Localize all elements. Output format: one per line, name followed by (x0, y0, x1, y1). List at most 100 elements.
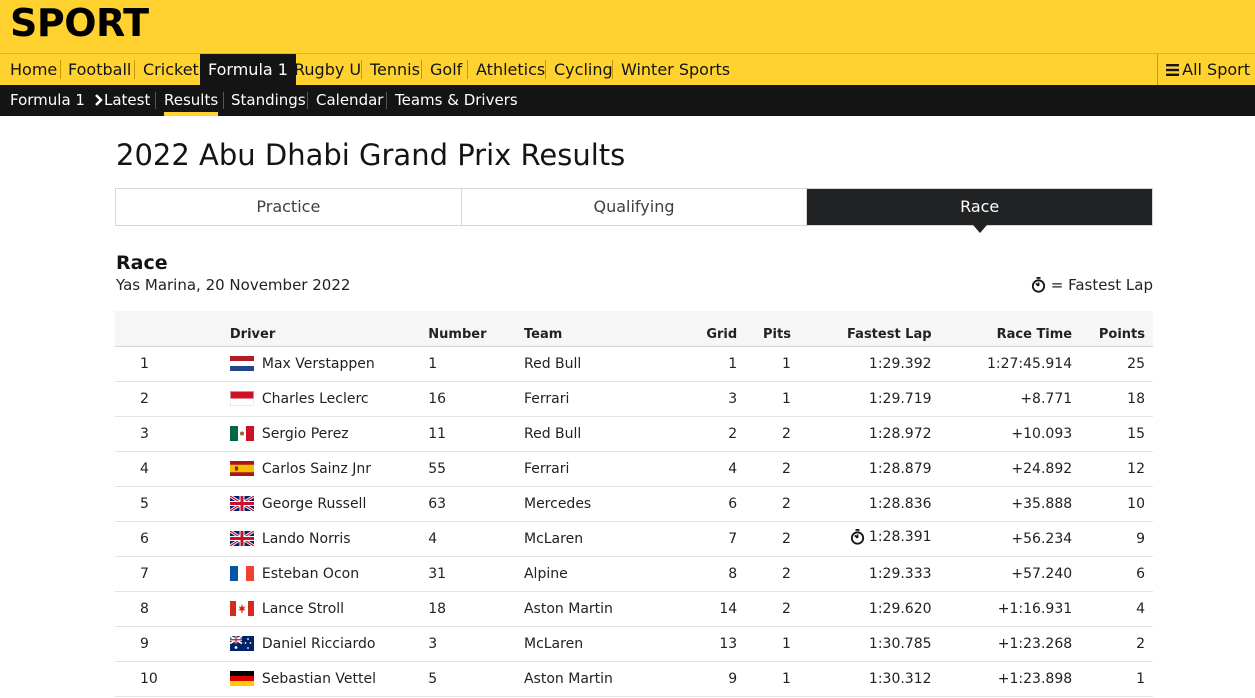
pit-stops: 2 (782, 600, 791, 617)
driver-cell: Sebastian Vettel (173, 661, 428, 696)
primary-nav: Home Football Cricket Formula 1 Rugby U … (0, 53, 1255, 85)
nav-cycling[interactable]: Cycling (554, 54, 613, 85)
header-points: Points (1098, 326, 1145, 342)
fastest-lap-legend: = Fastest Lap (1031, 276, 1153, 294)
nav-golf[interactable]: Golf (430, 54, 462, 85)
fastest-lap-time: 1:29.719 (868, 390, 932, 407)
race-time: +1:23.268 (997, 635, 1073, 652)
team-name: Ferrari (523, 390, 570, 407)
all-sport-menu[interactable]: All Sport (1157, 54, 1250, 85)
stopwatch-icon (1031, 277, 1045, 293)
fastest-lap-time: 1:30.312 (868, 670, 932, 687)
driver-name[interactable]: Daniel Ricciardo (262, 636, 376, 652)
points: 6 (1136, 565, 1145, 582)
fastest-lap-time: 1:28.972 (868, 425, 932, 442)
subnav-teams-drivers[interactable]: Teams & Drivers (395, 85, 518, 116)
table-row: 7 Esteban Ocon 31 Alpine 8 2 1:29.333 +57.240 6 (115, 556, 1153, 591)
driver-cell: Max Verstappen (173, 346, 428, 381)
race-time: +35.888 (1011, 495, 1073, 512)
nav-rugby-union[interactable]: Rugby U (294, 54, 361, 85)
grid-position: 4 (728, 460, 738, 477)
tab-race[interactable]: Race (807, 189, 1153, 233)
position: 8 (140, 600, 149, 617)
fastest-lap-cell: 1:29.392 (791, 346, 932, 381)
secondary-nav: Formula 1 Latest Results Standings Calen… (0, 85, 1255, 116)
flag-icon (229, 566, 254, 581)
nav-tennis[interactable]: Tennis (370, 54, 420, 85)
driver-name[interactable]: Carlos Sainz Jnr (262, 461, 371, 477)
race-time: +8.771 (1020, 390, 1073, 407)
driver-cell: Esteban Ocon (173, 556, 428, 591)
subnav-latest[interactable]: Latest (104, 85, 150, 116)
fastest-lap-cell: 1:29.333 (791, 556, 932, 591)
fastest-lap-cell: 1:30.312 (791, 661, 932, 696)
pit-stops: 2 (782, 495, 791, 512)
team-name: Ferrari (523, 460, 570, 477)
position: 9 (140, 635, 149, 652)
car-number: 4 (428, 530, 438, 547)
driver-name[interactable]: Esteban Ocon (262, 566, 359, 582)
table-row: 10 Sebastian Vettel 5 Aston Martin 9 1 1:30.31… (115, 661, 1153, 696)
driver-cell: Daniel Ricciardo (173, 626, 428, 661)
driver-name[interactable]: Sergio Perez (262, 426, 349, 442)
breadcrumb-formula-1[interactable]: Formula 1 (10, 85, 104, 116)
table-row: 9 Daniel Ricciardo 3 McLaren 13 1 1:30.785 +1:2… (115, 626, 1153, 661)
driver-cell: Lando Norris (173, 521, 428, 556)
tab-qualifying[interactable]: Qualifying (462, 189, 808, 225)
fastest-lap-time: 1:29.333 (868, 565, 932, 582)
nav-winter-sports[interactable]: Winter Sports (621, 54, 730, 85)
points: 2 (1136, 635, 1145, 652)
table-row: 4 Carlos Sainz Jnr 55 Ferrari 4 2 1:28.879 +24.… (115, 451, 1153, 486)
nav-football[interactable]: Football (68, 54, 131, 85)
nav-athletics[interactable]: Athletics (476, 54, 545, 85)
subnav-calendar[interactable]: Calendar (316, 85, 383, 116)
sport-logo[interactable]: SPORT (10, 1, 149, 45)
car-number: 3 (428, 635, 438, 652)
subnav-standings[interactable]: Standings (231, 85, 306, 116)
grid-position: 2 (728, 425, 738, 442)
fastest-lap-cell: 1:28.391 (791, 521, 932, 556)
page-title: 2022 Abu Dhabi Grand Prix Results (116, 138, 626, 172)
driver-name[interactable]: Max Verstappen (262, 356, 375, 372)
fastest-lap-time: 1:28.879 (868, 460, 932, 477)
flag-icon (229, 496, 254, 511)
points: 15 (1127, 425, 1145, 442)
driver-name[interactable]: Sebastian Vettel (262, 671, 376, 687)
car-number: 31 (428, 565, 447, 582)
nav-cricket[interactable]: Cricket (143, 54, 199, 85)
team-name: Mercedes (523, 495, 592, 512)
header-team: Team (523, 326, 563, 342)
driver-name[interactable]: George Russell (262, 496, 366, 512)
driver-name[interactable]: Lando Norris (262, 531, 351, 547)
race-time: +24.892 (1011, 460, 1073, 477)
session-tabs: Practice Qualifying Race (115, 188, 1153, 233)
grid-position: 6 (728, 495, 738, 512)
table-row: 6 Lando Norris 4 McLaren 7 2 1:28.391 +56.234 9 (115, 521, 1153, 556)
position: 3 (140, 425, 149, 442)
nav-home[interactable]: Home (10, 54, 57, 85)
header-position (115, 311, 173, 346)
grid-position: 8 (728, 565, 738, 582)
subnav-results[interactable]: Results (164, 85, 219, 116)
nav-formula-1[interactable]: Formula 1 (200, 54, 296, 85)
driver-cell: George Russell (173, 486, 428, 521)
flag-icon (229, 426, 254, 441)
driver-name[interactable]: Charles Leclerc (262, 391, 369, 407)
header-grid: Grid (706, 326, 738, 342)
driver-cell: Lance Stroll (173, 591, 428, 626)
team-name: McLaren (523, 635, 584, 652)
points: 9 (1136, 530, 1145, 547)
table-row: 1 Max Verstappen 1 Red Bull 1 1 1:29.392 1:27:4… (115, 346, 1153, 381)
race-time: +1:23.898 (997, 670, 1073, 687)
team-name: Aston Martin (523, 600, 613, 617)
pit-stops: 2 (782, 565, 791, 582)
flag-icon (229, 356, 254, 371)
section-title: Race (116, 252, 168, 274)
fastest-lap-cell: 1:28.972 (791, 416, 932, 451)
fastest-lap-cell: 1:30.785 (791, 626, 932, 661)
grid-position: 1 (728, 355, 738, 372)
driver-cell: Charles Leclerc (173, 381, 428, 416)
tab-practice[interactable]: Practice (116, 189, 462, 225)
driver-name[interactable]: Lance Stroll (262, 601, 344, 617)
points: 4 (1136, 600, 1145, 617)
